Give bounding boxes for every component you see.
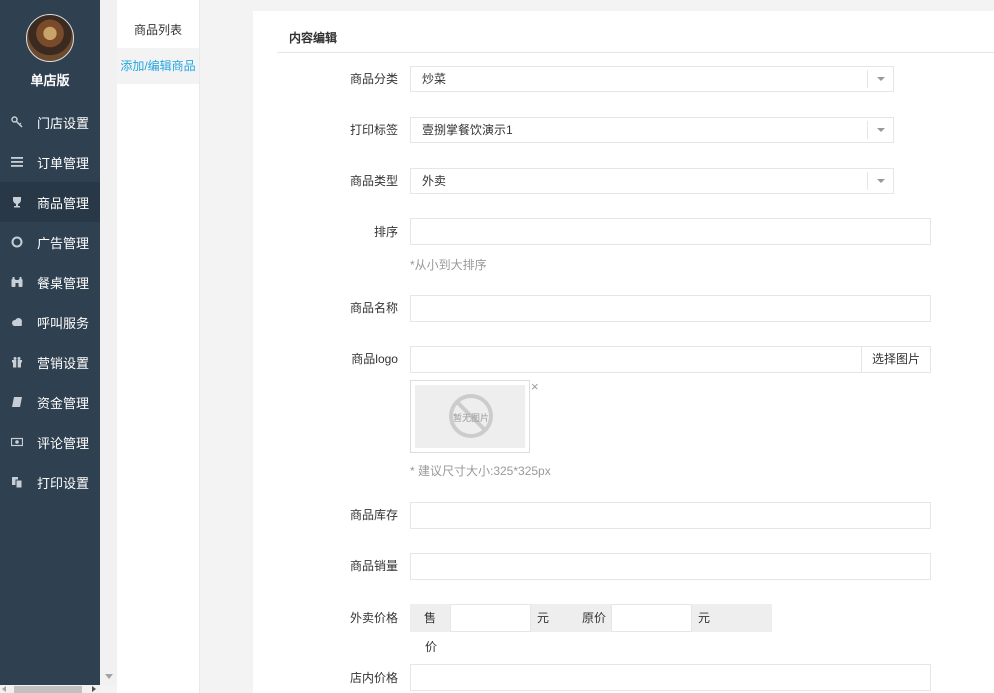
sidebar-item-label: 商品管理: [37, 195, 90, 211]
sales-input[interactable]: [410, 553, 931, 580]
goods-type-label: 商品类型: [349, 174, 398, 188]
sidebar-item-label: 营销设置: [37, 355, 90, 371]
sidebar-item-call[interactable]: 呼叫服务: [0, 302, 100, 342]
dinein-price-input[interactable]: [410, 664, 931, 691]
chevron-down-icon: [877, 179, 885, 183]
goods-type-dropdown-toggle[interactable]: [867, 172, 893, 190]
category-value: 炒菜: [422, 72, 447, 86]
sort-input[interactable]: [410, 218, 931, 245]
sale-price-addon-wrap: 价: [425, 640, 438, 654]
stock-label: 商品库存: [349, 508, 398, 522]
sale-price-addon: 售: [410, 604, 450, 632]
sidebar-item-orders[interactable]: 订单管理: [0, 142, 100, 182]
avatar[interactable]: [26, 14, 74, 62]
book-icon: [9, 395, 25, 409]
sidebar-horizontal-scrollbar[interactable]: [0, 685, 100, 693]
sidebar: 单店版 门店设置订单管理商品管理广告管理餐桌管理呼叫服务营销设置资金管理评论管理…: [0, 0, 100, 693]
logo-preview: 暂无图片: [410, 380, 530, 453]
logo-label: 商品logo: [351, 352, 398, 366]
submenu-item-goods-list[interactable]: 商品列表: [117, 12, 199, 48]
orig-price-addon: 元 原价: [531, 604, 611, 632]
section-divider: [277, 52, 994, 53]
category-dropdown-toggle[interactable]: [867, 70, 893, 88]
binoculars-icon: [9, 275, 25, 289]
list-icon: [9, 155, 25, 169]
logo-input[interactable]: [410, 346, 862, 373]
sidebar-item-label: 评论管理: [37, 435, 90, 451]
orig-price-input[interactable]: [611, 604, 692, 632]
orig-price-label: 原价: [582, 611, 607, 625]
category-select[interactable]: 炒菜: [410, 66, 894, 92]
sidebar-item-label: 呼叫服务: [37, 315, 90, 331]
sidebar-nav: 门店设置订单管理商品管理广告管理餐桌管理呼叫服务营销设置资金管理评论管理打印设置: [0, 102, 100, 502]
brand: 单店版: [0, 0, 100, 102]
sidebar-item-tables[interactable]: 餐桌管理: [0, 262, 100, 302]
logo-preview-image: 暂无图片: [415, 385, 525, 448]
sales-label: 商品销量: [349, 559, 398, 573]
goods-type-value: 外卖: [422, 174, 447, 188]
sidebar-item-label: 餐桌管理: [37, 275, 90, 291]
sidebar-item-label: 门店设置: [37, 115, 90, 131]
goods-name-input[interactable]: [410, 295, 931, 322]
takeout-price-label: 外卖价格: [349, 611, 398, 625]
sort-label: 排序: [373, 225, 398, 239]
lifebuoy-icon: [9, 235, 25, 249]
sidebar-item-funds[interactable]: 资金管理: [0, 382, 100, 422]
money-icon: [9, 435, 25, 449]
scroll-right-arrow-icon[interactable]: [92, 686, 96, 692]
print-tag-dropdown-toggle[interactable]: [867, 121, 893, 139]
submenu-item-add-edit-goods[interactable]: 添加/编辑商品: [117, 48, 199, 84]
sale-price-input[interactable]: [450, 604, 531, 632]
sidebar-item-label: 打印设置: [37, 475, 90, 491]
sidebar-item-label: 广告管理: [37, 235, 90, 251]
goods-name-label: 商品名称: [349, 301, 398, 315]
sidebar-item-goods[interactable]: 商品管理: [0, 182, 100, 222]
goods-type-select[interactable]: 外卖: [410, 168, 894, 194]
scrollbar-thumb[interactable]: [14, 686, 82, 693]
sale-unit: 元: [537, 611, 550, 625]
remove-image-icon[interactable]: ×: [531, 379, 539, 394]
key-icon: [9, 115, 25, 129]
sort-help: *从小到大排序: [410, 258, 487, 272]
sidebar-item-reviews[interactable]: 评论管理: [0, 422, 100, 462]
brand-name: 单店版: [30, 73, 70, 88]
sidebar-item-label: 资金管理: [37, 395, 90, 411]
scroll-left-arrow-icon[interactable]: [2, 686, 6, 692]
print-tag-value: 壹捌掌餐饮演示1: [422, 123, 513, 137]
content-panel: 内容编辑 商品分类 炒菜 打印标签 壹捌掌餐饮演示1 商品类型 外卖 排序 *从…: [253, 11, 994, 693]
chevron-down-icon: [877, 128, 885, 132]
no-image-text: 暂无图片: [452, 413, 489, 423]
dinein-price-label: 店内价格: [349, 671, 398, 685]
sidebar-item-print[interactable]: 打印设置: [0, 462, 100, 502]
gift-icon: [9, 355, 25, 369]
submenu: 商品列表 添加/编辑商品: [117, 0, 200, 693]
sidebar-item-ads[interactable]: 广告管理: [0, 222, 100, 262]
print-tag-label: 打印标签: [349, 123, 398, 137]
category-label: 商品分类: [349, 72, 398, 86]
orig-unit: 元: [692, 604, 772, 632]
sidebar-item-label: 订单管理: [37, 155, 90, 171]
takeout-price-group: 售 元 原价 元: [410, 604, 772, 632]
cloud-icon: [9, 315, 25, 329]
scroll-down-arrow-icon[interactable]: [105, 674, 113, 679]
copy-icon: [9, 475, 25, 489]
sidebar-vertical-scrollbar[interactable]: [100, 0, 117, 685]
section-title: 内容编辑: [289, 31, 338, 45]
logo-help: * 建议尺寸大小:325*325px: [410, 464, 551, 478]
trophy-icon: [9, 195, 25, 209]
sidebar-item-store[interactable]: 门店设置: [0, 102, 100, 142]
print-tag-select[interactable]: 壹捌掌餐饮演示1: [410, 117, 894, 143]
choose-image-button[interactable]: 选择图片: [861, 346, 931, 373]
sidebar-item-marketing[interactable]: 营销设置: [0, 342, 100, 382]
chevron-down-icon: [877, 77, 885, 81]
stock-input[interactable]: [410, 502, 931, 529]
